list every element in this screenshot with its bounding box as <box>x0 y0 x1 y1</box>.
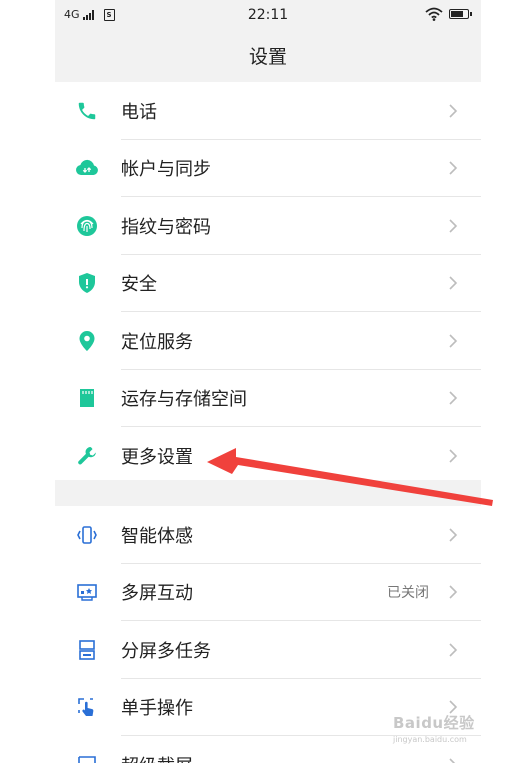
settings-item-memory-storage[interactable]: 运存与存储空间 <box>55 370 481 427</box>
settings-item-accounts-sync[interactable]: 帐户与同步 <box>55 140 481 197</box>
battery-icon <box>449 9 472 19</box>
settings-item-location[interactable]: 定位服务 <box>55 312 481 370</box>
settings-item-label: 定位服务 <box>121 331 193 353</box>
watermark: Baidu经验 jingyan.baidu.com <box>393 712 489 756</box>
chevron-right-icon <box>449 161 458 175</box>
settings-group-1: 电话 帐户与同步 指纹与密码 安全 定位服务 运存与存储空间 更多设置 <box>55 82 481 485</box>
phone-icon <box>75 99 99 123</box>
watermark-url: jingyan.baidu.com <box>393 735 467 744</box>
section-gap <box>55 480 481 506</box>
settings-item-label: 指纹与密码 <box>121 216 211 238</box>
settings-item-label: 多屏互动 <box>121 583 193 605</box>
settings-item-label: 智能体感 <box>121 525 193 547</box>
settings-item-split-screen[interactable]: 分屏多任务 <box>55 621 481 679</box>
settings-item-smart-motion[interactable]: 智能体感 <box>55 506 481 564</box>
settings-item-more-settings[interactable]: 更多设置 <box>55 427 481 485</box>
chevron-right-icon <box>449 334 458 348</box>
settings-item-label: 帐户与同步 <box>121 159 211 181</box>
chevron-right-icon <box>449 391 458 405</box>
chevron-right-icon <box>449 219 458 233</box>
page-title: 设置 <box>55 32 481 82</box>
screenshot-icon <box>75 753 99 763</box>
settings-item-label: 安全 <box>121 274 157 296</box>
shield-icon <box>75 271 99 295</box>
settings-item-label: 超级截屏 <box>121 752 193 763</box>
status-value: 已关闭 <box>387 585 429 602</box>
settings-item-label: 电话 <box>121 101 157 123</box>
fingerprint-icon <box>75 214 99 238</box>
screen-cast-icon <box>75 580 99 604</box>
sd-card-icon <box>75 386 99 410</box>
location-pin-icon <box>75 329 99 353</box>
settings-item-security[interactable]: 安全 <box>55 255 481 312</box>
settings-item-fingerprint-password[interactable]: 指纹与密码 <box>55 197 481 255</box>
status-bar: 4G S 22:11 <box>55 0 481 32</box>
split-screen-icon <box>75 638 99 662</box>
chevron-right-icon <box>449 528 458 542</box>
wifi-icon <box>425 7 443 21</box>
watermark-logo: Baidu经验 <box>393 714 475 732</box>
chevron-right-icon <box>449 104 458 118</box>
chevron-right-icon <box>449 585 458 599</box>
chevron-right-icon <box>449 449 458 463</box>
phone-screen: 4G S 22:11 设置 电话 帐户与同步 指纹与密码 安全 定位服务 运存与… <box>55 0 481 763</box>
settings-item-label: 运存与存储空间 <box>121 389 247 411</box>
motion-icon <box>75 523 99 547</box>
cloud-sync-icon <box>75 156 99 180</box>
clock: 22:11 <box>247 7 289 23</box>
one-hand-icon <box>75 695 99 719</box>
wrench-icon <box>75 444 99 468</box>
chevron-right-icon <box>449 643 458 657</box>
chevron-right-icon <box>449 758 456 763</box>
chevron-right-icon <box>449 276 458 290</box>
settings-item-label: 分屏多任务 <box>121 640 211 662</box>
settings-item-phone[interactable]: 电话 <box>55 82 481 140</box>
settings-item-label: 更多设置 <box>121 446 193 468</box>
settings-item-label: 单手操作 <box>121 698 193 720</box>
settings-item-multi-screen[interactable]: 多屏互动 已关闭 <box>55 564 481 621</box>
